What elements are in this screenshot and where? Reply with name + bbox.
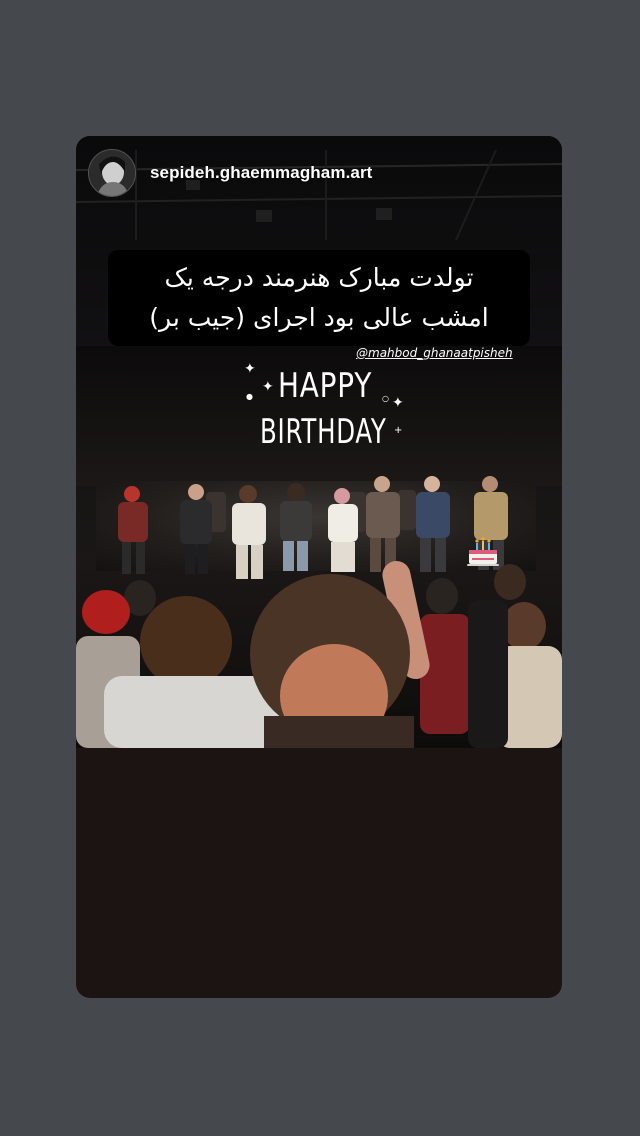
story-username[interactable]: sepideh.ghaemmagham.art	[150, 163, 372, 183]
caption-line-2: امشب عالی بود اجرای (جیب بر)	[149, 303, 489, 332]
story-header[interactable]: sepideh.ghaemmagham.art	[88, 148, 372, 198]
sparkle-icon: ✦	[244, 361, 256, 377]
mention-tag[interactable]: @mahbod_ghanaatpisheh	[356, 346, 513, 360]
sparkle-icon: ✦	[262, 379, 274, 395]
birthday-text: BIRTHDAY	[260, 412, 387, 452]
birthday-sticker: ✦ ● ✦ ✦ ○ + HAPPY BIRTHDAY	[244, 362, 404, 462]
sparkle-icon: +	[394, 425, 403, 436]
story-photo: sepideh.ghaemmagham.art تولدت مبارک هنرم…	[76, 136, 562, 748]
caption-line-1: تولدت مبارک هنرمند درجه یک	[164, 263, 474, 292]
profile-avatar-icon[interactable]	[88, 149, 136, 197]
story-caption: تولدت مبارک هنرمند درجه یک امشب عالی بود…	[108, 250, 530, 346]
story-card[interactable]: sepideh.ghaemmagham.art تولدت مبارک هنرم…	[76, 136, 562, 998]
cake-icon	[467, 537, 499, 566]
audience-crowd	[76, 561, 562, 748]
sparkle-icon: ○	[382, 394, 389, 403]
sparkle-icon: ✦	[392, 395, 404, 411]
sparkle-icon: ●	[246, 392, 253, 401]
happy-text: HAPPY	[278, 366, 373, 406]
